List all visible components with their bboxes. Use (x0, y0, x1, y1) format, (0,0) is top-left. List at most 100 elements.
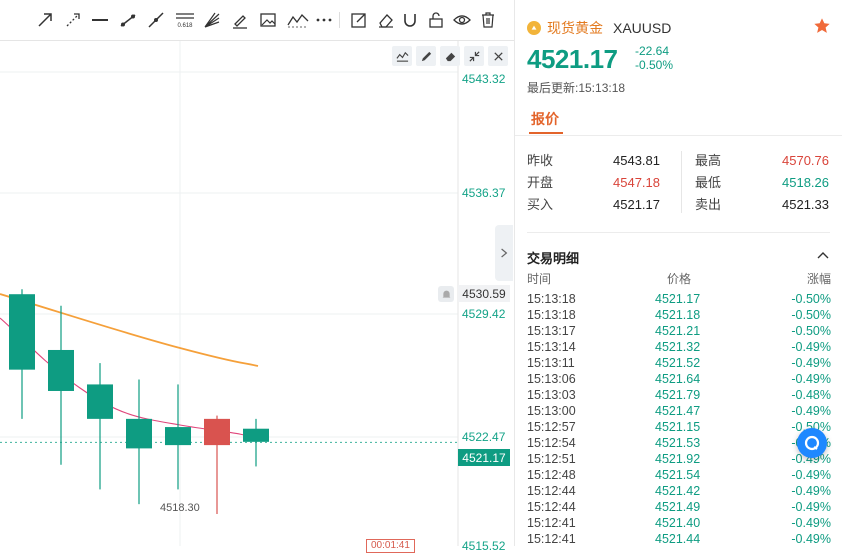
trade-list[interactable]: 15:13:18 4521.17 -0.50% 15:13:18 4521.18 -0.5… (527, 292, 831, 548)
trade-change: -0.50% (791, 324, 831, 338)
instrument-name: 现货黄金 (547, 20, 603, 36)
quote-labels-right: 最高 最低 卖出 (695, 150, 721, 216)
low-price-label: 4518.30 (160, 502, 200, 514)
trade-row: 15:13:11 4521.52 -0.49% (527, 356, 831, 372)
pen-icon[interactable] (416, 46, 436, 66)
candle-body (204, 418, 230, 446)
image-icon[interactable] (259, 11, 277, 29)
chat-float-button[interactable] (797, 428, 827, 458)
col-change: 涨幅 (806, 272, 831, 286)
trade-change: -0.49% (791, 532, 831, 546)
value-low: 4518.26 (782, 175, 829, 190)
label-high: 最高 (695, 153, 722, 168)
trade-price: 4521.44 (655, 532, 701, 546)
label-open: 开盘 (527, 175, 554, 190)
price-axis-label: 4536.37 (462, 186, 506, 200)
trade-time: 15:13:00 (527, 404, 576, 418)
collapse-icon[interactable] (464, 46, 484, 66)
value-bid: 4521.17 (613, 197, 660, 212)
label-low: 最低 (695, 175, 722, 190)
trade-price: 4521.40 (655, 516, 701, 530)
bell-icon[interactable] (438, 286, 454, 302)
trade-time: 15:12:44 (527, 500, 576, 514)
ray-icon[interactable] (64, 11, 82, 29)
trade-price: 4521.42 (655, 484, 701, 498)
quote-values-left: 4543.81 4547.18 4521.17 (613, 150, 660, 216)
indicator-icon[interactable] (392, 46, 412, 66)
trade-time: 15:13:03 (527, 388, 576, 402)
quote-labels-left: 昨收 开盘 买入 (527, 150, 553, 216)
trade-price: 4521.54 (655, 468, 701, 482)
trade-row: 15:13:14 4521.32 -0.49% (527, 340, 831, 356)
drawing-toolbar: 0.618 (0, 0, 514, 41)
favorite-star-icon[interactable] (813, 17, 831, 35)
tab-quote[interactable]: 报价 (531, 109, 559, 129)
arrow-icon[interactable] (36, 11, 54, 29)
trade-row: 15:12:57 4521.15 -0.50% (527, 420, 831, 436)
toolbar-divider (339, 12, 340, 28)
chart-subtools (392, 46, 508, 66)
tab-divider (515, 135, 842, 136)
price-axis-label: 4515.52 (462, 539, 506, 553)
panel-toggle-handle[interactable] (495, 225, 513, 281)
trade-price: 4521.18 (655, 308, 701, 322)
candle-body (243, 428, 269, 442)
trade-row: 15:13:03 4521.79 -0.48% (527, 388, 831, 404)
instrument-code: XAUUSD (613, 20, 672, 36)
more-icon[interactable] (315, 11, 333, 29)
magnet-icon[interactable] (401, 11, 419, 29)
chart-area[interactable]: 0.618 4543.32 4536.37 4529.42 4522.47 45… (0, 0, 514, 553)
col-time: 时间 (527, 272, 552, 286)
trade-row: 15:13:06 4521.64 -0.49% (527, 372, 831, 388)
trade-time: 15:12:51 (527, 452, 576, 466)
fan-icon[interactable] (203, 11, 221, 29)
price-axis-label: 4543.32 (462, 72, 506, 86)
gold-coin-icon (527, 21, 541, 35)
trade-change: -0.48% (791, 388, 831, 402)
alert-price-tag: 4530.59 (458, 285, 510, 302)
horizontal-line-icon[interactable] (91, 11, 109, 29)
candle-body (9, 294, 35, 370)
note-icon[interactable] (350, 11, 368, 29)
trade-row: 15:12:544521.53-0.49% (527, 436, 831, 452)
pattern-icon[interactable] (287, 11, 309, 29)
price-change: -22.64 -0.50% (635, 44, 673, 72)
candle-body (165, 427, 191, 446)
eraser-icon[interactable] (377, 11, 395, 29)
trade-price: 4521.79 (655, 388, 701, 402)
brush-icon[interactable] (231, 11, 249, 29)
change-value: -22.64 (635, 44, 670, 58)
fib-text: 0.618 (177, 23, 193, 29)
extended-line-icon[interactable] (147, 11, 165, 29)
trade-row: 15:13:18 4521.17 -0.50% (527, 292, 831, 308)
trade-price: 4521.32 (655, 340, 701, 354)
trend-line-icon[interactable] (119, 11, 137, 29)
price-axis-label: 4529.42 (462, 307, 506, 321)
eraser-small-icon[interactable] (440, 46, 460, 66)
instrument-header: 现货黄金 XAUUSD (527, 18, 671, 38)
chevron-up-icon[interactable] (817, 250, 829, 262)
label-ask: 卖出 (695, 197, 722, 212)
last-price: 4521.17 (527, 44, 618, 74)
trade-time: 15:12:41 (527, 516, 576, 530)
trade-price: 4521.92 (655, 452, 701, 466)
trade-change: -0.49% (791, 484, 831, 498)
trade-price: 4521.64 (655, 372, 701, 386)
trade-time: 15:13:17 (527, 324, 576, 338)
trade-change: -0.50% (791, 308, 831, 322)
eye-icon[interactable] (453, 11, 471, 29)
fibonacci-icon[interactable]: 0.618 (175, 11, 195, 29)
value-ask: 4521.33 (782, 197, 829, 212)
trash-icon[interactable] (479, 11, 497, 29)
close-icon[interactable] (488, 46, 508, 66)
lock-icon[interactable] (427, 11, 445, 29)
trade-time: 15:12:57 (527, 420, 576, 434)
trade-row: 15:12:44 4521.42 -0.49% (527, 484, 831, 500)
trade-row: 15:13:00 4521.47 -0.49% (527, 404, 831, 420)
trade-price: 4521.49 (655, 500, 701, 514)
trade-time: 15:13:06 (527, 372, 576, 386)
price-plot[interactable] (0, 0, 514, 546)
trade-row: 15:13:17 4521.21 -0.50% (527, 324, 831, 340)
trade-price: 4521.52 (655, 356, 701, 370)
label-prev-close: 昨收 (527, 153, 554, 168)
